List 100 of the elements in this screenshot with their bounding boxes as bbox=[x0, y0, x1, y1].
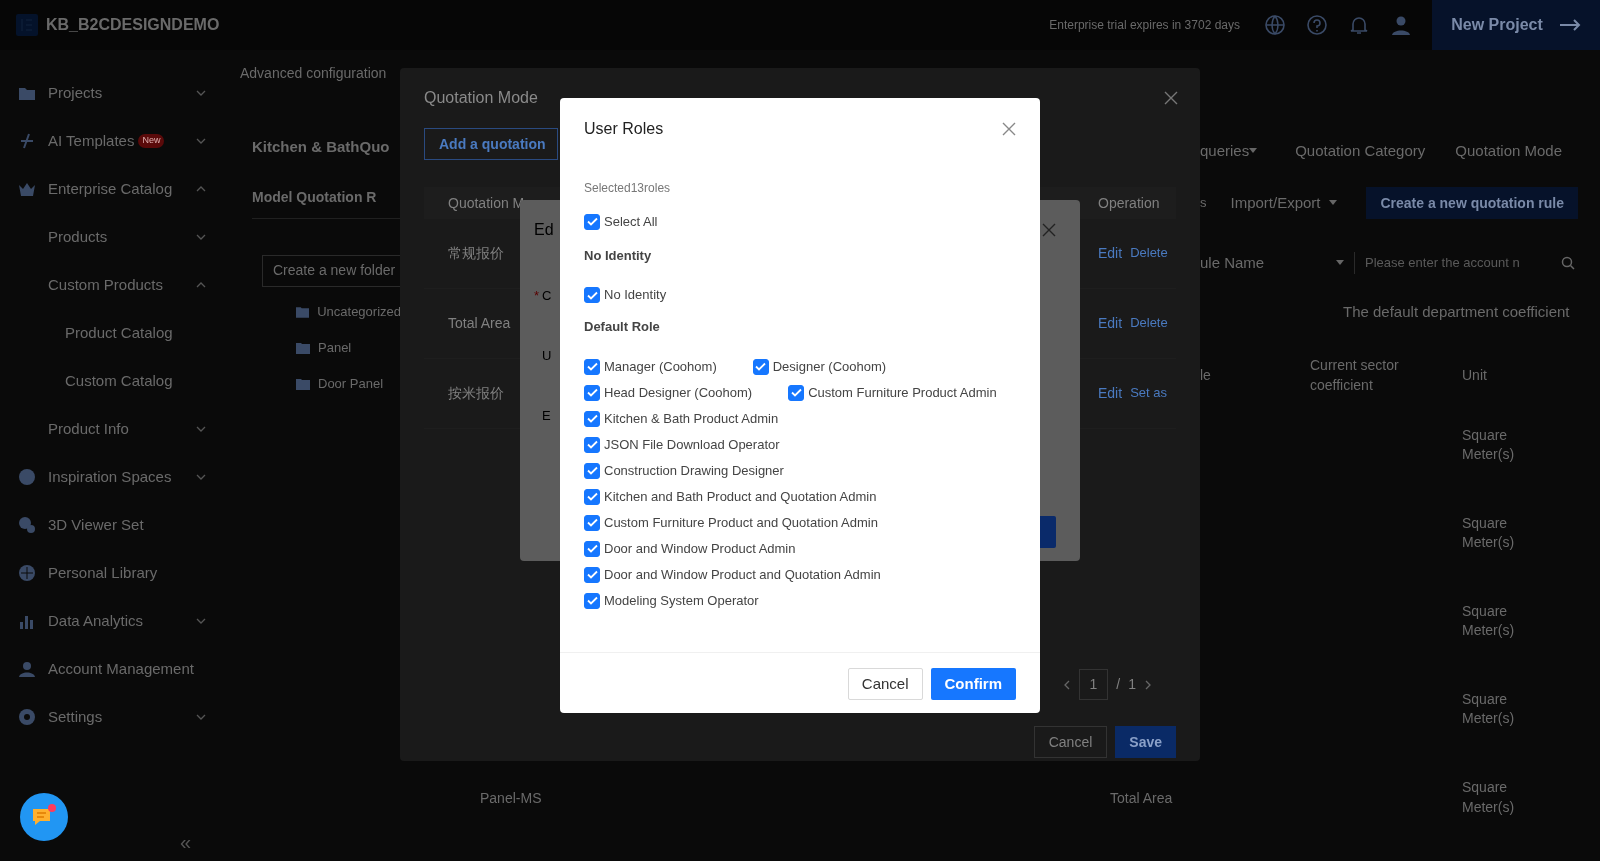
action-link[interactable]: Edit bbox=[1098, 243, 1123, 264]
checkbox-option[interactable]: Custom Furniture Product Admin bbox=[788, 384, 997, 401]
save-button[interactable]: Save bbox=[1115, 726, 1176, 758]
folder-item[interactable]: Door Panel bbox=[296, 372, 401, 395]
user-icon bbox=[18, 660, 36, 678]
folder-icon bbox=[296, 341, 310, 354]
action-link[interactable]: Delete bbox=[1130, 313, 1168, 334]
table-cell-text: Total Area bbox=[1110, 789, 1174, 808]
sidebar-item[interactable]: Enterprise Catalog bbox=[0, 165, 236, 213]
checkbox[interactable] bbox=[584, 436, 600, 453]
checkbox[interactable] bbox=[752, 358, 769, 375]
column-header: Current sector coefficient bbox=[1310, 355, 1400, 395]
checkbox-option[interactable]: Manager (Coohom) bbox=[584, 358, 717, 375]
checkbox[interactable] bbox=[584, 213, 600, 230]
sidebar-item[interactable]: Data Analytics bbox=[0, 597, 236, 645]
checkbox[interactable] bbox=[788, 384, 805, 401]
previous-page-icon[interactable] bbox=[1062, 679, 1071, 690]
sidebar-item[interactable]: 3D Viewer Set bbox=[0, 501, 236, 549]
selection-count: Selected13roles bbox=[584, 180, 672, 197]
sidebar-item[interactable]: Inspiration Spaces bbox=[0, 453, 236, 501]
close-icon[interactable] bbox=[1002, 122, 1016, 136]
folder-icon bbox=[296, 377, 310, 390]
checkbox-option[interactable]: Custom Furniture Product and Quotation Admin bbox=[584, 514, 878, 531]
sidebar-item[interactable]: Products bbox=[0, 213, 236, 261]
group-heading: Default Role bbox=[584, 318, 661, 336]
sidebar-item[interactable]: Settings bbox=[0, 693, 236, 741]
checkbox[interactable] bbox=[584, 514, 600, 531]
close-icon[interactable] bbox=[1164, 91, 1178, 105]
field-label: C bbox=[542, 287, 552, 306]
new-project-button[interactable]: New Project bbox=[1432, 0, 1600, 50]
breadcrumb[interactable]: Advanced configuration bbox=[240, 63, 401, 84]
header-link[interactable]: Quotation Mode bbox=[1455, 139, 1563, 163]
checkbox-option[interactable]: Kitchen and Bath Product and Quotation Admin bbox=[584, 488, 877, 505]
add-mode-button[interactable]: Add a quotation bbox=[424, 128, 558, 160]
checkbox[interactable] bbox=[584, 566, 600, 583]
page-total: 1 bbox=[1128, 675, 1136, 694]
checkbox-option[interactable]: Door and Window Product Admin bbox=[584, 540, 796, 557]
checkbox-option[interactable]: No Identity bbox=[584, 287, 667, 303]
caret-icon bbox=[1249, 148, 1258, 154]
sidebar-item[interactable]: Personal Library bbox=[0, 549, 236, 597]
action-link[interactable]: Set as bbox=[1130, 383, 1167, 404]
new-badge: New bbox=[138, 134, 165, 148]
caret-icon bbox=[1336, 260, 1344, 266]
checkbox[interactable] bbox=[584, 462, 600, 479]
sidebar-item[interactable]: Product Catalog bbox=[0, 309, 236, 357]
action-link[interactable]: Edit bbox=[1098, 383, 1123, 404]
import-export-dropdown[interactable]: Import/Export bbox=[1230, 191, 1337, 215]
sidebar-item[interactable]: Custom Products bbox=[0, 261, 236, 309]
cancel-button[interactable]: Cancel bbox=[1033, 726, 1108, 758]
collapse-button[interactable]: « bbox=[180, 827, 192, 857]
search-icon bbox=[1561, 256, 1575, 270]
chat-button[interactable] bbox=[20, 793, 68, 841]
confirm-button[interactable]: Confirm bbox=[930, 668, 1016, 700]
arrow-right-icon bbox=[1558, 19, 1581, 31]
cancel-button[interactable]: Cancel bbox=[847, 668, 923, 700]
field-label: U bbox=[542, 347, 552, 366]
modal-title: Ed bbox=[534, 220, 554, 240]
folder-item[interactable]: Uncategorized bbox=[296, 300, 401, 323]
checkbox-option[interactable]: Door and Window Product and Quotation Admin bbox=[584, 566, 881, 583]
checkbox[interactable] bbox=[584, 488, 600, 505]
page-title: Kitchen & BathQuo bbox=[252, 137, 390, 157]
folder-icon bbox=[296, 305, 310, 318]
create-rule-button[interactable]: Create a new quotation rule bbox=[1366, 187, 1578, 219]
checkbox[interactable] bbox=[584, 358, 600, 375]
folder-item[interactable]: Panel bbox=[296, 336, 401, 359]
next-page-icon[interactable] bbox=[1144, 679, 1152, 690]
sidebar-item[interactable]: AI Templates New bbox=[0, 117, 236, 165]
sidebar-item[interactable]: Custom Catalog bbox=[0, 357, 236, 405]
gear-icon bbox=[18, 708, 36, 726]
checkbox-option[interactable]: Construction Drawing Designer bbox=[584, 462, 784, 479]
bell-icon[interactable] bbox=[1348, 14, 1370, 36]
column-header: Operation bbox=[1098, 193, 1161, 213]
page-separator: / bbox=[1116, 675, 1121, 694]
checkbox-option[interactable]: JSON File Download Operator bbox=[584, 436, 780, 453]
action-link[interactable]: Edit bbox=[1098, 313, 1123, 334]
checkbox-option[interactable]: Modeling System Operator bbox=[584, 592, 759, 609]
table-cell-text: Square Meter(s) bbox=[1462, 601, 1516, 641]
checkbox[interactable] bbox=[584, 384, 600, 401]
checkbox-option[interactable]: Head Designer (Coohom) bbox=[584, 384, 753, 401]
search-field[interactable]: Please enter the account n bbox=[1355, 253, 1575, 273]
sidebar-item[interactable]: Projects bbox=[0, 69, 236, 117]
checkbox[interactable] bbox=[584, 410, 600, 427]
header-link[interactable]: Quotation Category bbox=[1295, 139, 1426, 163]
table-cell-text: Total Area bbox=[448, 314, 511, 333]
checkbox[interactable] bbox=[584, 287, 600, 303]
checkbox[interactable] bbox=[584, 540, 600, 557]
table-cell-text: Square Meter(s) bbox=[1462, 513, 1516, 553]
caret-icon bbox=[1328, 200, 1337, 206]
page-input[interactable]: 1 bbox=[1078, 669, 1109, 700]
checkbox[interactable] bbox=[584, 592, 600, 609]
checkbox-option[interactable]: Designer (Coohom) bbox=[752, 358, 887, 375]
checkbox-option[interactable]: Kitchen & Bath Product Admin bbox=[584, 410, 779, 427]
sidebar-item[interactable]: Product Info bbox=[0, 405, 236, 453]
action-link[interactable]: Delete bbox=[1130, 243, 1168, 264]
close-icon[interactable] bbox=[1042, 223, 1056, 237]
sidebar-item[interactable]: Account Management bbox=[0, 645, 236, 693]
header-link[interactable]: queries bbox=[1200, 139, 1258, 163]
help-icon[interactable] bbox=[1306, 14, 1328, 36]
checkbox-option[interactable]: Select All bbox=[584, 212, 1016, 232]
user-icon[interactable] bbox=[1390, 14, 1412, 36]
